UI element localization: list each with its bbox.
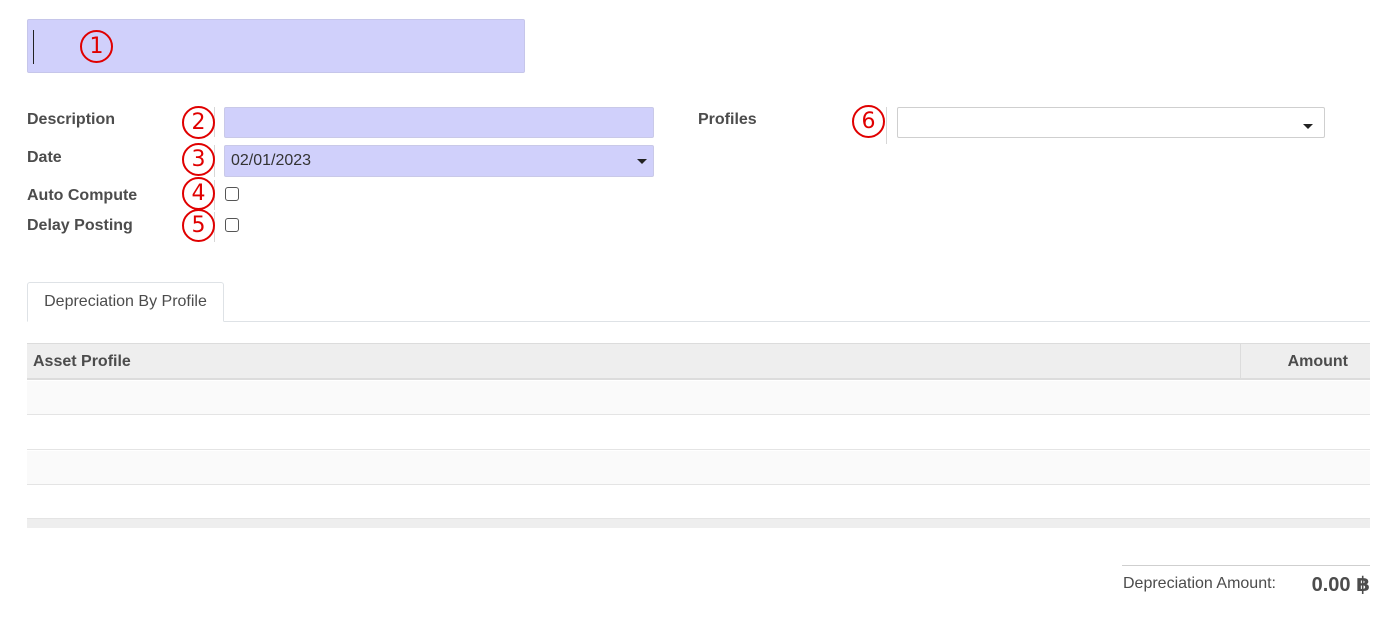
- profiles-label: Profiles: [698, 111, 757, 128]
- table-header: Asset Profile Amount: [27, 343, 1370, 380]
- delay-posting-checkbox[interactable]: [225, 218, 239, 232]
- tab-depreciation-by-profile[interactable]: Depreciation By Profile: [27, 282, 224, 322]
- annotation-marker-6: 6: [852, 105, 885, 138]
- text-cursor: [33, 30, 34, 64]
- depreciation-amount-label: Depreciation Amount:: [1123, 575, 1276, 592]
- profiles-select[interactable]: [897, 107, 1325, 138]
- annotation-marker-3: 3: [182, 143, 215, 176]
- description-input[interactable]: [224, 107, 654, 138]
- auto-compute-label: Auto Compute: [27, 187, 138, 204]
- auto-compute-checkbox[interactable]: [225, 187, 239, 201]
- table-row: [27, 416, 1370, 450]
- annotation-marker-5: 5: [182, 209, 215, 242]
- tab-bar-border: [224, 321, 1370, 322]
- dropdown-caret-icon[interactable]: [1303, 124, 1313, 129]
- table-row: [27, 381, 1370, 415]
- depreciation-amount-value: 0.00 ฿: [1311, 574, 1370, 596]
- table-row: [27, 485, 1370, 519]
- description-label: Description: [27, 111, 116, 128]
- column-header-amount[interactable]: Amount: [1288, 353, 1348, 371]
- totals-divider: [1122, 565, 1370, 566]
- form-view: 1 Description 2 Date 3 02/01/2023 Auto C…: [0, 0, 1396, 627]
- field-separator: [886, 107, 887, 144]
- column-divider: [1240, 344, 1241, 379]
- column-header-asset-profile[interactable]: Asset Profile: [33, 353, 131, 371]
- date-value: 02/01/2023: [231, 152, 312, 169]
- dropdown-caret-icon[interactable]: [637, 159, 647, 164]
- annotation-marker-4: 4: [182, 177, 215, 210]
- annotation-marker-1: 1: [80, 30, 113, 63]
- table-row: [27, 451, 1370, 485]
- table-footer: [27, 519, 1370, 528]
- delay-posting-label: Delay Posting: [27, 217, 133, 234]
- date-picker[interactable]: 02/01/2023: [224, 145, 654, 177]
- date-label: Date: [27, 149, 62, 166]
- annotation-marker-2: 2: [182, 106, 215, 139]
